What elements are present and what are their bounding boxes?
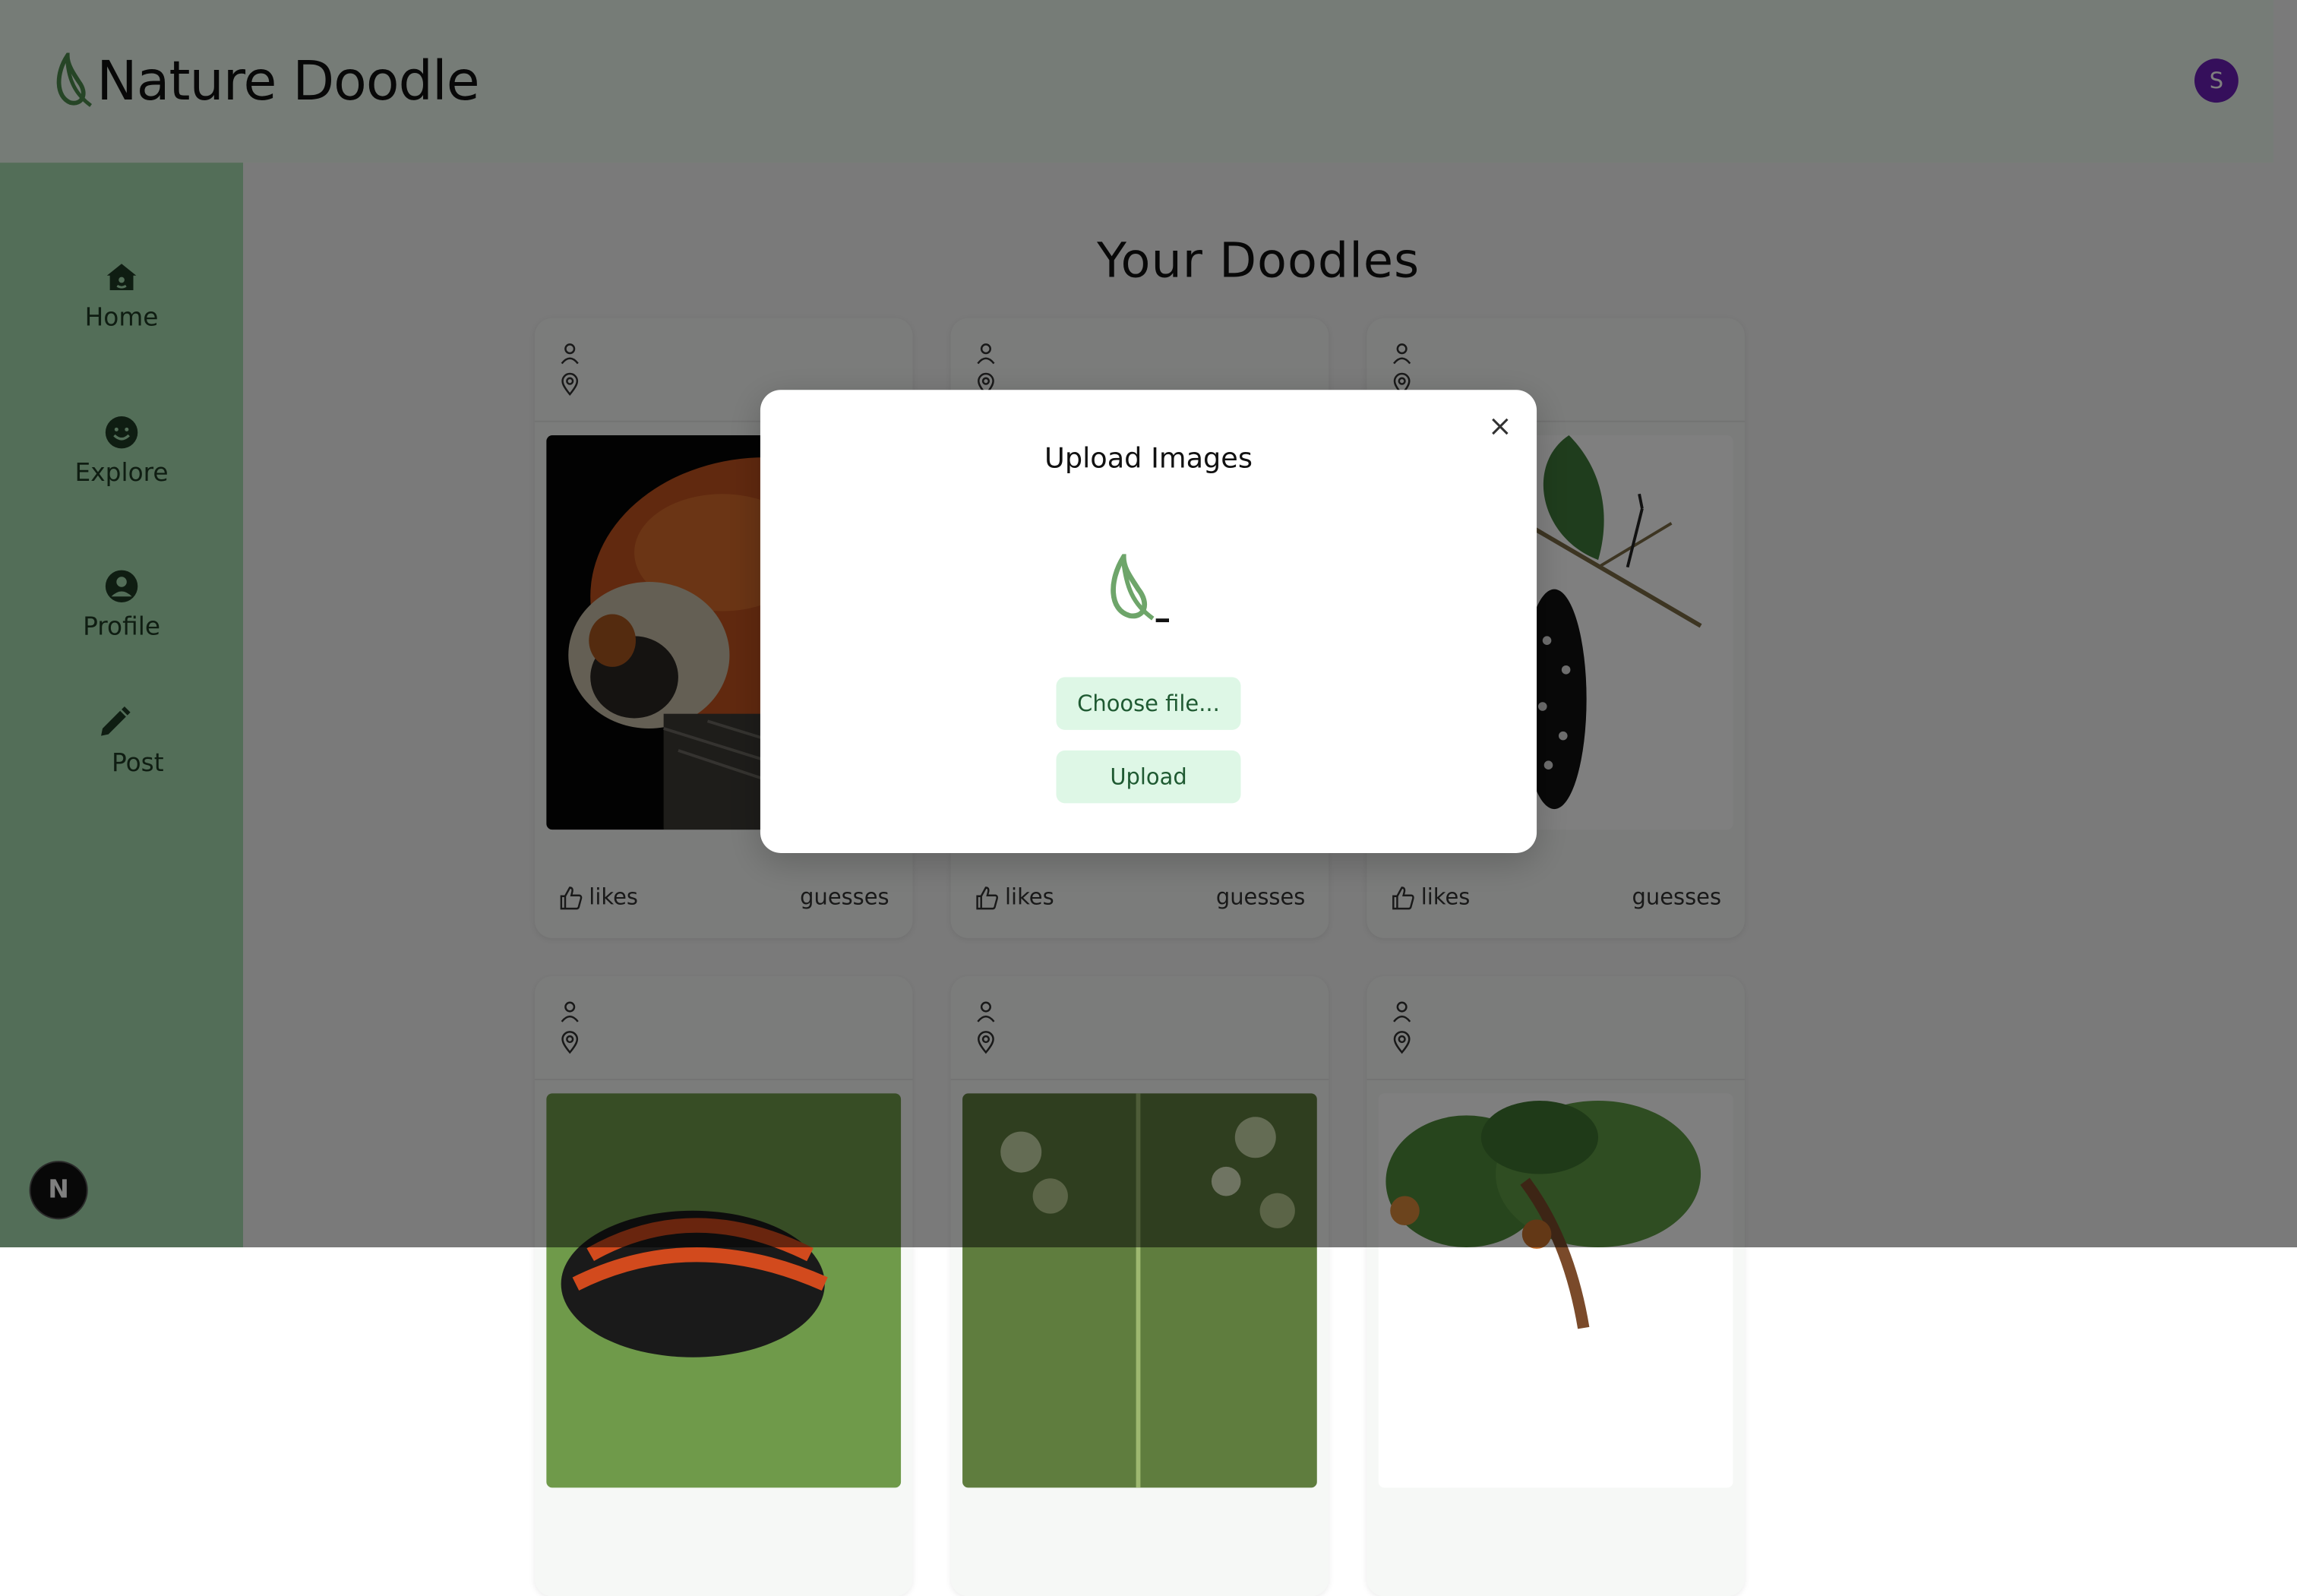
choose-file-button[interactable]: Choose file... <box>1056 677 1241 730</box>
app-root: Nature Doodle S Home Explore <box>0 0 2297 1596</box>
leaf-icon <box>1111 554 1169 623</box>
upload-button[interactable]: Upload <box>1056 750 1241 804</box>
modal-title: Upload Images <box>1044 442 1253 476</box>
upload-modal: Upload Images Choose file... Upload <box>760 390 1537 853</box>
close-icon[interactable] <box>1490 416 1510 437</box>
